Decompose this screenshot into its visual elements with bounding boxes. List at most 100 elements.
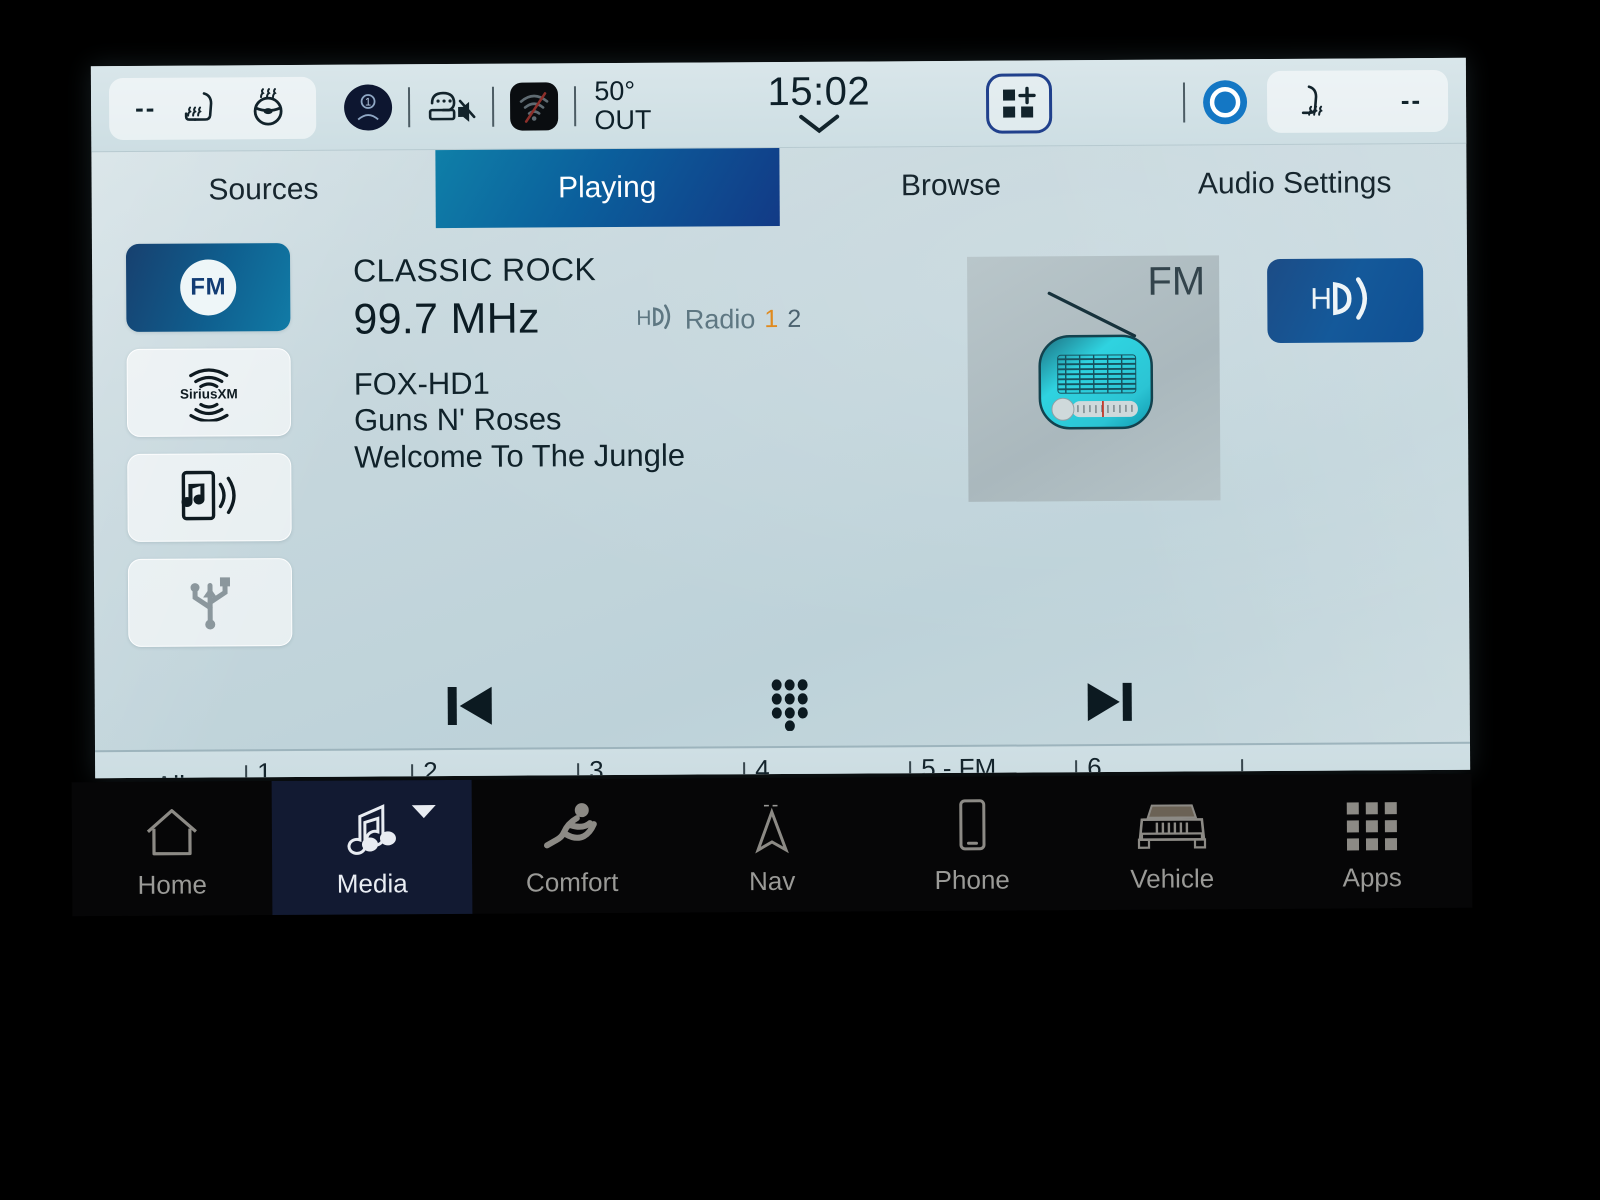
transport-controls bbox=[95, 662, 1470, 750]
status-divider bbox=[408, 86, 411, 127]
next-track-icon bbox=[1080, 674, 1140, 733]
phone-music-icon bbox=[169, 466, 249, 529]
next-button[interactable] bbox=[950, 674, 1270, 735]
fm-icon: FM bbox=[180, 259, 237, 316]
svg-text:1: 1 bbox=[365, 96, 371, 108]
preset-2[interactable]: 2 The HEAT bbox=[413, 749, 578, 778]
preset-5[interactable]: 5 - FM 88.1 bbox=[911, 746, 1076, 779]
driver-climate-pill[interactable]: -- bbox=[108, 76, 317, 140]
station-frequency: 99.7 MHz bbox=[353, 294, 540, 344]
nav-vehicle-label: Vehicle bbox=[1130, 862, 1215, 894]
status-divider-3 bbox=[574, 85, 577, 126]
clock-area[interactable]: 15:02 bbox=[767, 69, 870, 140]
source-button-siriusxm[interactable]: SiriusXM bbox=[126, 347, 292, 437]
artwork-column: FM bbox=[967, 223, 1270, 665]
source-button-bluetooth-audio[interactable] bbox=[127, 452, 292, 542]
preset-number: 4 bbox=[755, 754, 770, 779]
profile-1-icon[interactable]: 1 bbox=[342, 81, 394, 133]
music-note-icon bbox=[343, 796, 401, 858]
status-spacer-right bbox=[1053, 102, 1169, 103]
passenger-temp-placeholder: -- bbox=[1400, 85, 1423, 116]
home-icon bbox=[142, 797, 202, 859]
heated-seat-icon[interactable] bbox=[1293, 80, 1331, 122]
station-genre: CLASSIC ROCK bbox=[352, 251, 597, 289]
nav-vehicle[interactable]: Vehicle bbox=[1072, 775, 1273, 910]
now-playing-panel: FM SiriusXM CLASSIC ROCK 99.7 MHz H Radi… bbox=[92, 222, 1470, 670]
direct-tune-button[interactable] bbox=[630, 675, 950, 736]
add-tile-icon[interactable] bbox=[986, 72, 1053, 134]
nav-comfort-label: Comfort bbox=[525, 866, 619, 898]
tab-sources[interactable]: Sources bbox=[91, 150, 435, 230]
clock-value: 15:02 bbox=[767, 68, 871, 114]
hd-radio-toggle-button[interactable]: H bbox=[1267, 258, 1424, 344]
svg-text:H: H bbox=[1310, 282, 1332, 315]
preset-number: 2 bbox=[423, 756, 438, 779]
track-artist: Guns N' Roses bbox=[353, 401, 562, 438]
tab-playing[interactable]: Playing bbox=[435, 148, 780, 229]
nav-media-label: Media bbox=[336, 867, 408, 899]
nav-apps[interactable]: Apps bbox=[1272, 774, 1473, 909]
passenger-climate-pill[interactable]: -- bbox=[1266, 69, 1449, 133]
temperature-label: OUT bbox=[594, 104, 652, 135]
tab-browse[interactable]: Browse bbox=[779, 146, 1123, 226]
status-spacer-left bbox=[651, 105, 767, 106]
preset-number: 1 bbox=[257, 757, 272, 779]
nav-home-label: Home bbox=[137, 868, 207, 900]
all-presets-button[interactable]: All Presets bbox=[95, 751, 246, 778]
track-metadata: FOX-HD1 Guns N' Roses Welcome To The Jun… bbox=[354, 363, 969, 476]
infotainment-screen: -- 1 50° OUT 15:02 -- Sources Playing Br… bbox=[90, 57, 1471, 779]
retro-radio-artwork bbox=[993, 280, 1194, 476]
artwork-band-label: FM bbox=[1147, 259, 1206, 304]
preset-number: 5 - FM bbox=[921, 752, 997, 779]
nav-apps-label: Apps bbox=[1342, 861, 1402, 893]
rear-seat-mute-icon[interactable] bbox=[424, 84, 478, 128]
caret-down-icon[interactable] bbox=[410, 796, 438, 827]
heated-seat-icon[interactable] bbox=[182, 87, 220, 129]
outside-temperature: 50° OUT bbox=[594, 76, 652, 135]
status-spacer-mid bbox=[870, 103, 986, 104]
track-title: Welcome To The Jungle bbox=[354, 437, 686, 475]
status-divider-4 bbox=[1182, 82, 1185, 123]
assistant-icon[interactable] bbox=[1199, 76, 1251, 128]
preset-6[interactable]: 6 POP ROCKS bbox=[1077, 745, 1242, 779]
status-divider-2 bbox=[492, 86, 495, 127]
source-button-fm[interactable]: FM bbox=[125, 242, 291, 332]
preset-1[interactable]: 1 the highway bbox=[247, 750, 412, 778]
nav-media[interactable]: Media bbox=[271, 779, 473, 916]
source-button-usb[interactable] bbox=[127, 557, 293, 647]
vehicle-icon bbox=[1130, 791, 1214, 854]
hd-radio-icon: H bbox=[636, 302, 676, 339]
apps-grid-icon bbox=[1343, 790, 1401, 852]
heated-steering-wheel-icon[interactable] bbox=[246, 86, 290, 128]
preset-4-empty[interactable]: 4 + bbox=[745, 747, 910, 778]
nav-nav-label: Nav bbox=[749, 865, 796, 896]
nav-distance-placeholder: -- bbox=[763, 793, 781, 817]
tab-audio-settings[interactable]: Audio Settings bbox=[1123, 144, 1467, 224]
svg-text:SiriusXM: SiriusXM bbox=[180, 386, 238, 401]
wifi-off-icon[interactable] bbox=[508, 80, 560, 132]
svg-text:H: H bbox=[637, 307, 652, 330]
preset-number: 3 bbox=[589, 755, 604, 779]
status-bar: -- 1 50° OUT 15:02 -- bbox=[90, 57, 1467, 153]
hd-channel-2[interactable]: 2 bbox=[787, 305, 801, 334]
chevron-down-icon[interactable] bbox=[796, 112, 842, 139]
station-artwork: FM bbox=[967, 255, 1221, 502]
previous-track-icon bbox=[440, 678, 500, 737]
hd-channel-1[interactable]: 1 bbox=[764, 305, 778, 334]
temperature-value: 50° bbox=[594, 76, 636, 107]
driver-temp-placeholder: -- bbox=[135, 92, 157, 123]
nav-phone-label: Phone bbox=[934, 864, 1010, 895]
previous-button[interactable] bbox=[310, 677, 630, 738]
media-tab-bar: Sources Playing Browse Audio Settings bbox=[91, 144, 1466, 230]
head-unit-photo: -- 1 50° OUT 15:02 -- Sources Playing Br… bbox=[0, 0, 1600, 1200]
hd-button-column: H bbox=[1267, 222, 1470, 663]
nav-phone[interactable]: Phone bbox=[872, 776, 1073, 911]
nav-comfort[interactable]: Comfort bbox=[472, 779, 673, 914]
preset-3[interactable]: 3 SiriusXM HITS 1 bbox=[579, 748, 744, 778]
nav-nav[interactable]: -- Nav bbox=[672, 777, 873, 912]
all-presets-line1: All bbox=[155, 771, 185, 778]
presets-next-page-button[interactable] bbox=[1243, 745, 1334, 779]
seated-person-icon bbox=[541, 795, 603, 857]
nav-home[interactable]: Home bbox=[72, 781, 273, 916]
hd-radio-label: Radio bbox=[684, 304, 756, 335]
